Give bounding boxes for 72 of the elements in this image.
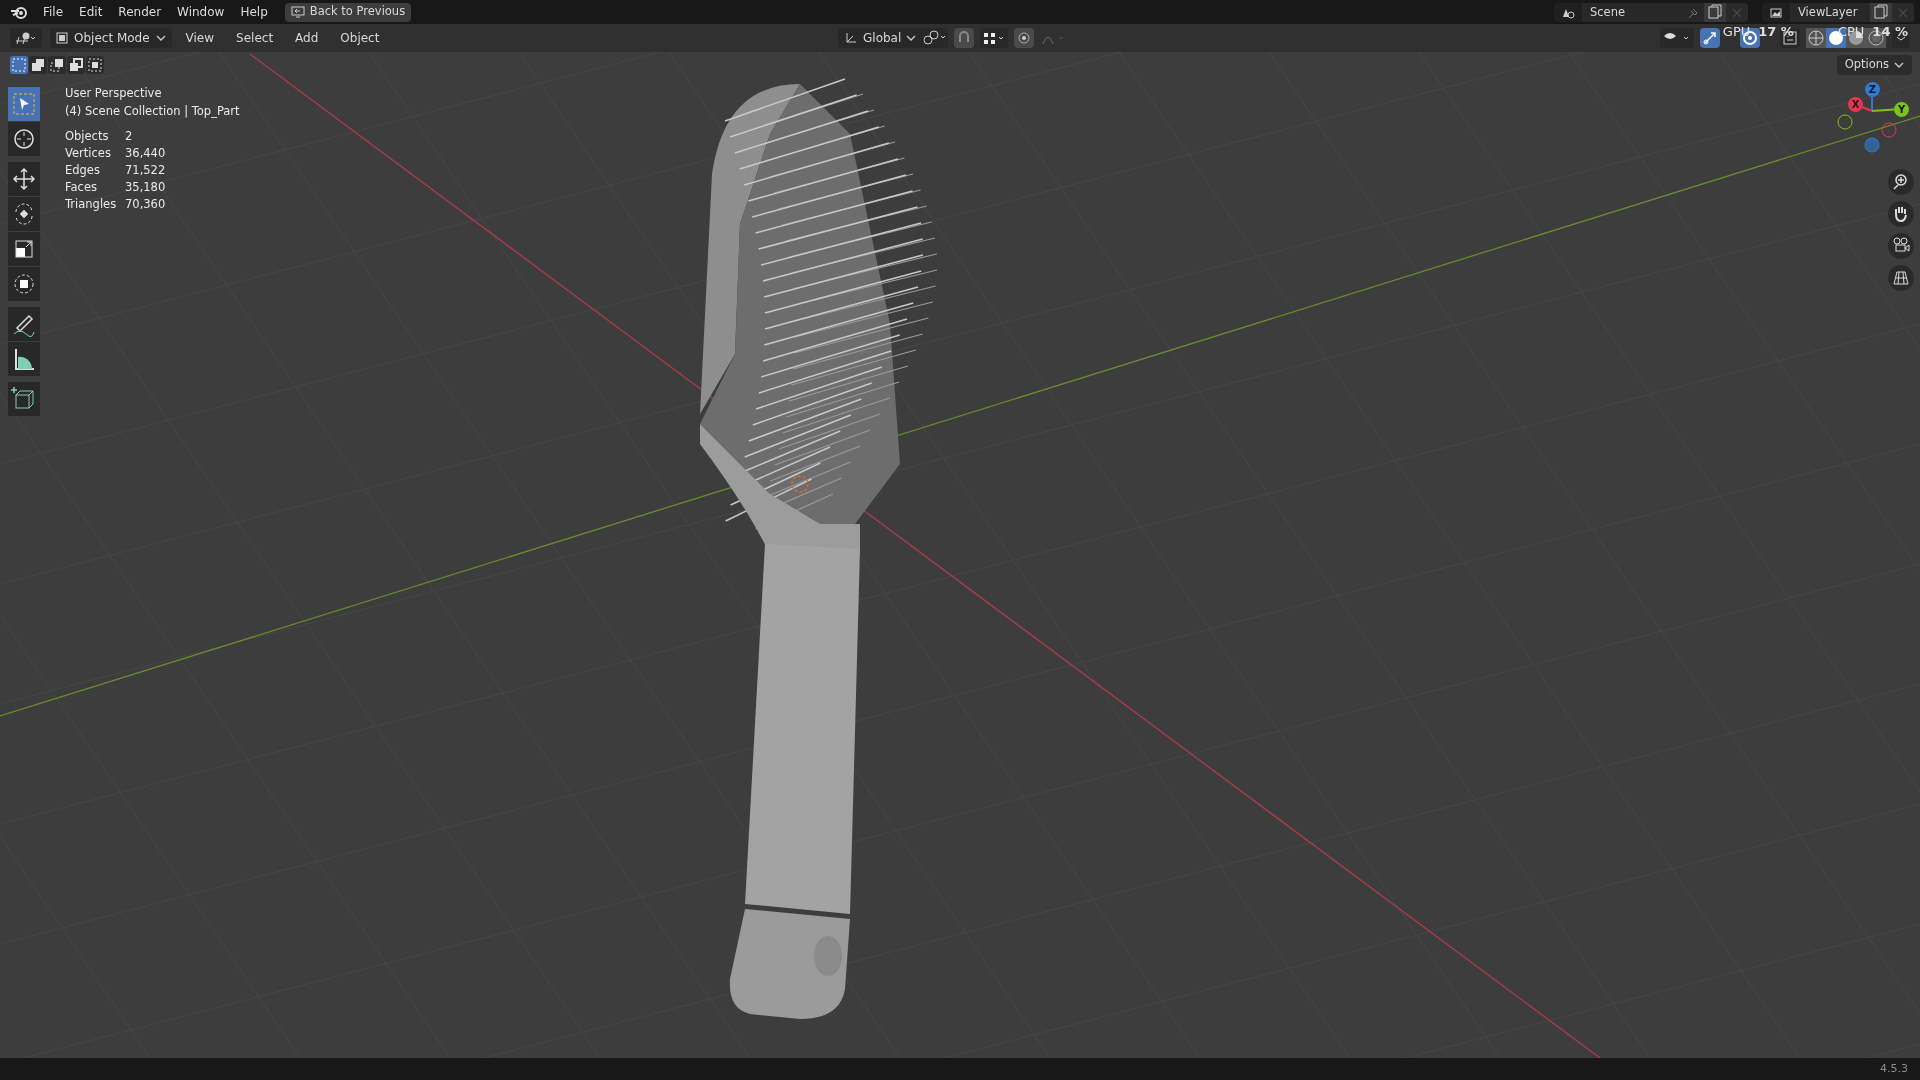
toolbar-button[interactable] [8,122,40,156]
menu-item[interactable]: Help [233,2,275,22]
stat-value: 36,440 [125,145,167,162]
proportional-editing-icon[interactable] [1014,28,1034,48]
stat-label: Vertices [65,145,112,162]
stat-value: 71,522 [125,162,167,179]
zoom-icon[interactable] [1888,169,1914,195]
visibility-eye-icon[interactable] [1660,28,1694,48]
snap-grid-icon[interactable] [980,28,1008,48]
scene-selector-button[interactable] [1554,3,1582,22]
axis-label[interactable]: X [1848,97,1863,112]
blender-logo-icon[interactable] [10,4,28,20]
selection-mode-icon[interactable] [29,56,47,74]
toolbar-button[interactable] [8,307,40,341]
selection-mode-icon[interactable] [86,56,104,74]
grid-view-icon[interactable] [1888,265,1914,291]
gizmo-toggle-icon[interactable] [1700,28,1720,48]
stat-value: 70,360 [125,196,167,213]
caret-icon [155,34,166,42]
axis-handle[interactable] [1864,137,1880,153]
shading-mode-icon[interactable] [1806,28,1826,48]
caret-icon [1894,61,1904,69]
stat-value: 2 [125,128,134,145]
axis-handle[interactable] [1881,122,1897,138]
dropdown-caret-icon[interactable] [1892,28,1910,48]
menu-item[interactable]: Window [170,2,232,22]
version-label: 4.5.3 [1880,1060,1908,1077]
toolbar-button[interactable] [8,232,40,266]
axis-label[interactable]: Z [1865,82,1880,97]
menu-item[interactable]: Object [332,28,388,48]
duplicate-icon[interactable] [1870,3,1892,22]
image-stack-icon [1769,6,1783,19]
performance-value: 17 % [1758,24,1794,39]
toolbar-button[interactable] [8,267,40,301]
stat-label: Triangles [65,196,118,213]
options-dropdown[interactable]: Options [1836,55,1912,75]
toolbar-button[interactable] [8,162,40,196]
menu-item[interactable]: View [177,28,223,48]
object-square-icon [56,32,68,44]
selection-mode-icon[interactable] [67,56,85,74]
hand-icon[interactable] [1888,201,1914,227]
orientation-dropdown[interactable]: Global [838,28,923,48]
stat-label: Faces [65,179,98,196]
stat-value: 35,180 [125,179,167,196]
toolbar-button[interactable] [8,197,40,231]
menu-item[interactable]: Select [228,28,282,48]
view-layer-selector-button[interactable] [1762,3,1790,22]
viewport-editor-icon [14,31,38,45]
axis-label[interactable]: Y [1894,102,1909,117]
axes-icon [844,31,858,45]
mode-dropdown[interactable]: Object Mode [50,28,172,48]
caret-icon [906,34,917,42]
monitor-icon [290,6,305,18]
pivot-point-icon[interactable] [920,28,948,48]
menu-item[interactable]: File [36,2,71,22]
camera-icon[interactable] [1888,233,1914,259]
back-to-previous-button[interactable]: Back to Previous [284,2,412,22]
menu-item[interactable]: Render [111,2,169,22]
menu-item[interactable]: Edit [72,2,110,22]
collection-label: (4) Scene Collection | Top_Part [65,103,240,120]
snap-magnet-icon[interactable] [954,28,974,48]
duplicate-icon[interactable] [1704,3,1726,22]
view-name-label: User Perspective [65,85,163,102]
axis-handle[interactable] [1837,114,1853,130]
stat-label: Edges [65,162,101,179]
editor-type-button[interactable] [10,28,42,48]
selection-mode-icon[interactable] [48,56,66,74]
performance-value: 14 % [1872,24,1908,39]
menu-item[interactable]: Add [287,28,327,48]
toolbar-button[interactable] [8,342,40,376]
xray-toggle-icon[interactable] [1780,28,1800,48]
stat-label: Objects [65,128,110,145]
